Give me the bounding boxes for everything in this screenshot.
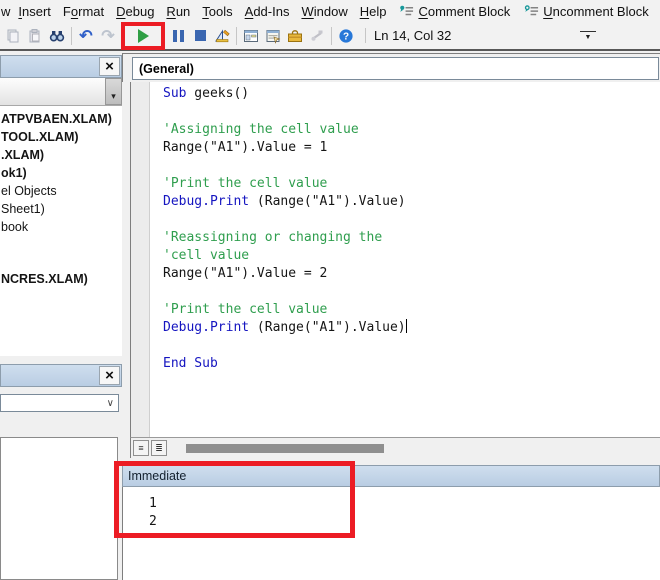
code-line: 'Print the cell value: [163, 302, 328, 317]
properties-close-icon[interactable]: ×: [99, 366, 120, 385]
toolbar-separator: [236, 26, 237, 45]
code-line: End Sub: [163, 356, 218, 371]
code-horizontal-scrollbar[interactable]: ≡ ≣: [130, 437, 660, 458]
comment-block-label: Comment Block: [418, 3, 511, 19]
uncomment-block-icon: [524, 4, 539, 19]
procedure-view-button[interactable]: ≡: [133, 440, 149, 456]
code-window-header: (General): [122, 53, 660, 82]
dropdown-chevron-icon: ∨: [106, 397, 114, 409]
design-mode-button[interactable]: [211, 25, 233, 47]
code-text: Sub geeks() 'Assigning the cell value Rang…: [163, 85, 407, 373]
line-col-status: Ln 14, Col 32: [365, 28, 451, 43]
project-explorer-titlebar: ×: [0, 55, 122, 78]
code-line: Debug.Print (Range("A1").Value): [163, 319, 407, 335]
code-line: 'Assigning the cell value: [163, 122, 359, 137]
immediate-titlebar: Immediate: [122, 465, 660, 487]
uncomment-block-label: Uncomment Block: [543, 3, 649, 19]
project-explorer-scrollstrip: ▾: [0, 78, 122, 106]
project-item-ncres-xlam[interactable]: NCRES.XLAM): [1, 272, 88, 286]
find-icon[interactable]: [46, 25, 68, 47]
full-module-view-button[interactable]: ≣: [151, 440, 167, 456]
paste-icon[interactable]: [24, 25, 46, 47]
code-margin-bar: [131, 82, 150, 437]
menu-item-help[interactable]: Help: [354, 4, 393, 19]
immediate-output-line: 1: [149, 496, 157, 511]
menu-item-format[interactable]: Format: [57, 4, 110, 19]
project-item-tool-xlam[interactable]: TOOL.XLAM): [1, 130, 79, 144]
reset-button[interactable]: [189, 25, 211, 47]
object-dropdown[interactable]: (General): [132, 57, 659, 80]
menu-item-window[interactable]: Window: [295, 4, 353, 19]
uncomment-block-button[interactable]: Uncomment Block: [517, 4, 655, 19]
properties-window-button[interactable]: [262, 25, 284, 47]
copy-icon[interactable]: [2, 25, 24, 47]
undo-icon[interactable]: ↶: [75, 25, 97, 47]
object-browser-button[interactable]: [284, 25, 306, 47]
break-button[interactable]: [167, 25, 189, 47]
comment-block-icon: [399, 4, 414, 19]
properties-titlebar: ×: [0, 364, 122, 387]
scroll-down-button[interactable]: ▾: [105, 78, 122, 105]
run-highlight-box: [121, 21, 165, 50]
code-line: Range("A1").Value = 1: [163, 140, 328, 155]
project-item-book[interactable]: book: [1, 220, 28, 234]
menu-item-insert[interactable]: Insert: [12, 4, 57, 19]
code-line: 'cell value: [163, 248, 250, 263]
comment-block-button[interactable]: Comment Block: [392, 4, 517, 19]
toolbar-separator: [331, 26, 332, 45]
toolbar-icons: ↶ ↷?: [2, 21, 357, 50]
menu-item-run[interactable]: Run: [160, 4, 196, 19]
scrollbar-thumb[interactable]: [186, 444, 384, 453]
menu-item-view-partial[interactable]: w: [0, 4, 12, 19]
project-item-ok1[interactable]: ok1): [1, 166, 27, 180]
menu-item-tools[interactable]: Tools: [196, 4, 238, 19]
code-line: 'Print the cell value: [163, 176, 328, 191]
menu-item-add-ins[interactable]: Add-Ins: [239, 4, 296, 19]
run-button[interactable]: [132, 25, 154, 47]
object-dropdown-value: (General): [139, 61, 194, 76]
redo-icon[interactable]: ↷: [97, 25, 119, 47]
toolbox-button[interactable]: [306, 25, 328, 47]
help-button[interactable]: ?: [335, 25, 357, 47]
menu-items: Insert Format Debug Run Tools Add-Ins Window He…: [12, 4, 392, 19]
menu-item-debug[interactable]: Debug: [110, 4, 160, 19]
vba-editor-window: w Insert Format Debug Run Tools Add-Ins Window…: [0, 0, 660, 580]
project-explorer-close-icon[interactable]: ×: [99, 57, 120, 76]
project-item-xlam[interactable]: .XLAM): [1, 148, 44, 162]
properties-object-dropdown[interactable]: ∨: [0, 394, 119, 412]
toolbar-options-icon[interactable]: ▼: [580, 30, 596, 41]
immediate-title: Immediate: [128, 469, 187, 483]
svg-text:?: ?: [343, 31, 349, 42]
immediate-output-line: 2: [149, 514, 157, 529]
project-item-sheet1[interactable]: Sheet1): [1, 202, 45, 216]
code-line: 'Reassigning or changing the: [163, 230, 383, 245]
immediate-window: Immediate 12: [122, 462, 660, 580]
code-line: Sub geeks(): [163, 86, 250, 101]
project-explorer-button[interactable]: [240, 25, 262, 47]
menu-toolbar-buttons: Comment Block Uncomment Block: [392, 4, 655, 19]
toolbar-separator: [71, 26, 72, 45]
code-line: Range("A1").Value = 2: [163, 266, 328, 281]
code-line: Debug.Print (Range("A1").Value): [163, 194, 406, 209]
project-item-el-objects[interactable]: el Objects: [1, 184, 57, 198]
project-item-atpvbaen-xlam[interactable]: ATPVBAEN.XLAM): [1, 112, 112, 126]
code-editor[interactable]: Sub geeks() 'Assigning the cell value Rang…: [130, 82, 660, 437]
properties-list[interactable]: [0, 437, 118, 580]
menu-bar: w Insert Format Debug Run Tools Add-Ins Window…: [0, 0, 660, 22]
toolbar: ↶ ↷? Ln 14, Col 32 ▼: [0, 21, 660, 51]
immediate-content[interactable]: 12: [122, 487, 660, 580]
text-cursor: [405, 319, 407, 333]
project-tree: ATPVBAEN.XLAM) TOOL.XLAM) .XLAM) ok1) el Obj…: [0, 106, 122, 356]
